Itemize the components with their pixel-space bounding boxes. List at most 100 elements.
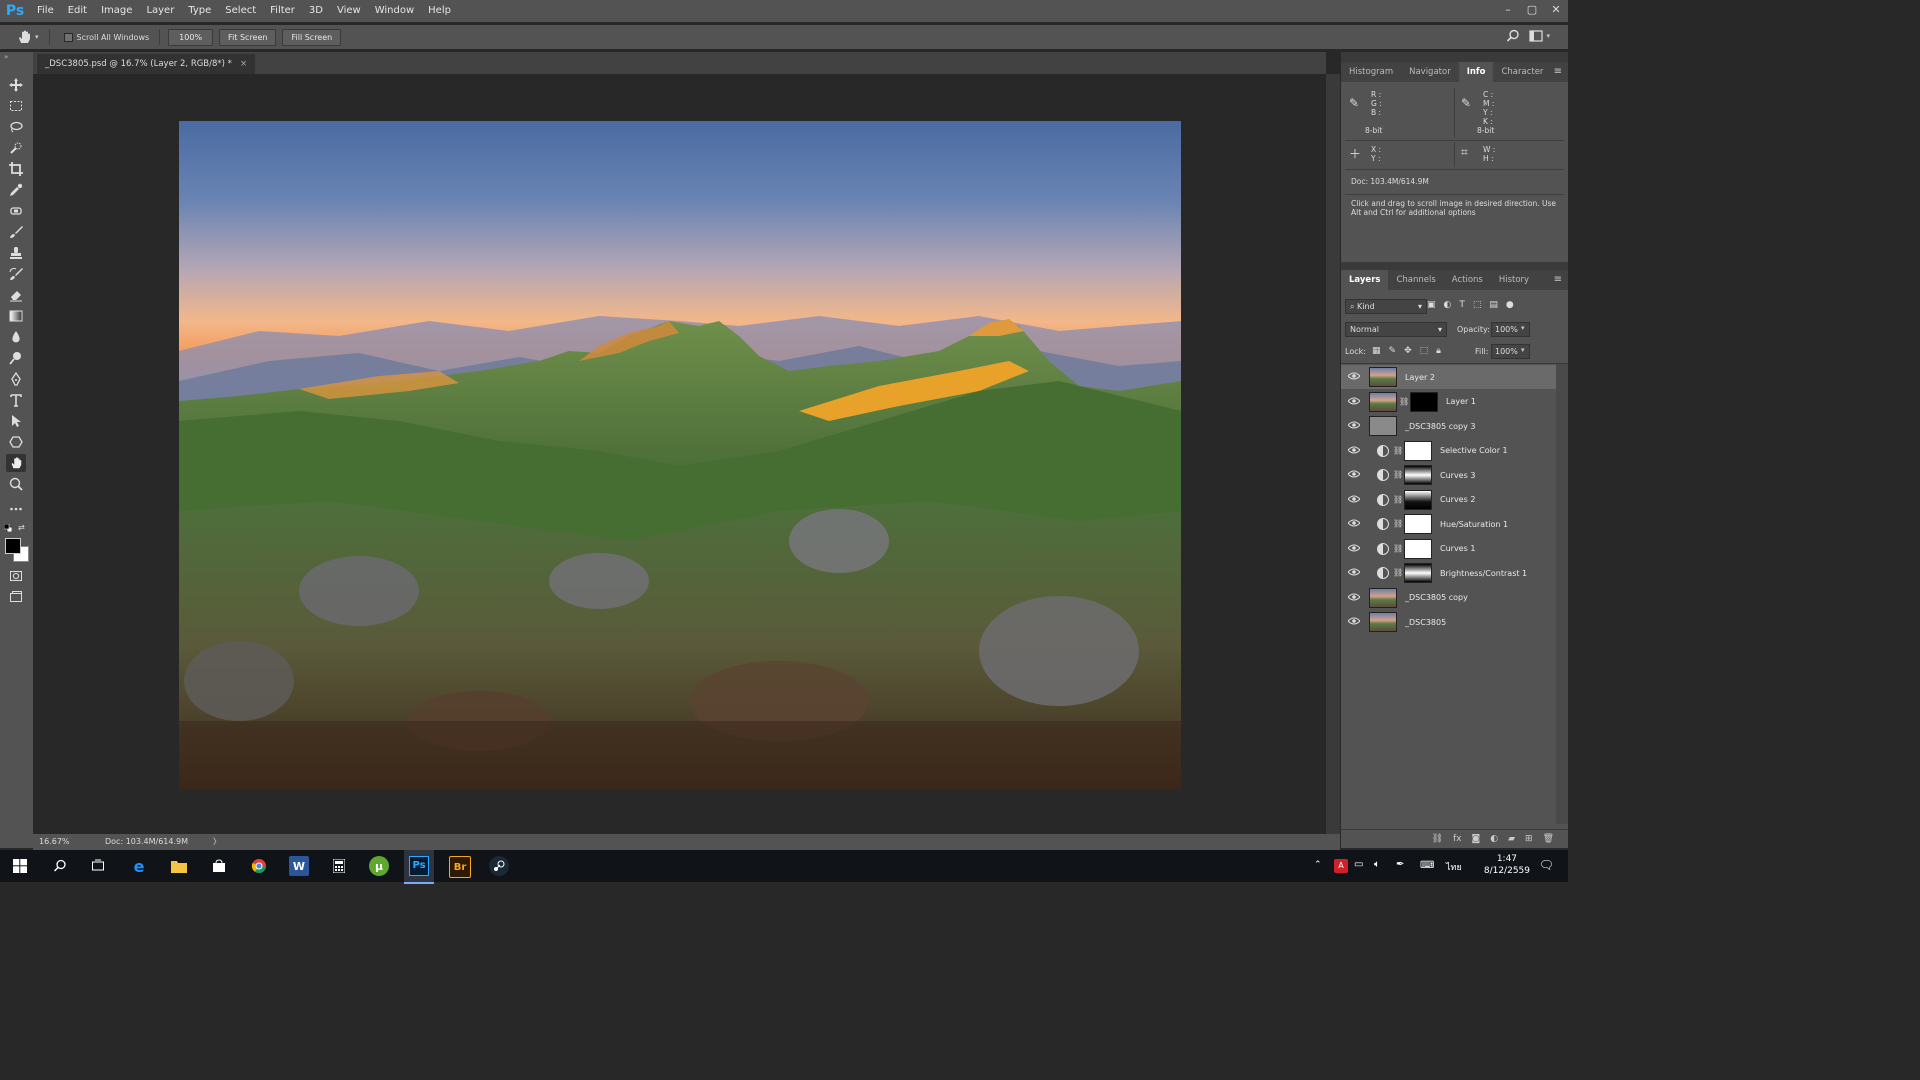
lock-image-icon[interactable]: ✎ [1389,346,1397,356]
healing-brush-tool-icon[interactable] [6,202,26,220]
panel-menu-icon[interactable]: ≡ [1554,274,1562,285]
vertical-scrollbar[interactable] [1326,74,1340,834]
minimize-button[interactable]: – [1496,0,1520,22]
steam-icon[interactable] [489,856,509,876]
canvas-area[interactable] [33,74,1326,834]
lock-artboard-icon[interactable]: ⬚ [1420,346,1429,356]
menu-window[interactable]: Window [368,0,421,22]
document-image[interactable] [179,121,1181,789]
layer-row[interactable]: _DSC3805 copy [1341,586,1556,610]
layer-row[interactable]: ⛓ Brightness/Contrast 1 [1341,561,1556,585]
chrome-icon[interactable] [249,856,269,876]
new-layer-icon[interactable]: ⊞ [1525,834,1533,844]
utorrent-icon[interactable]: µ [369,856,389,876]
task-view-icon[interactable] [88,856,108,876]
visibility-eye-icon[interactable] [1341,470,1367,480]
layer-thumbnail[interactable] [1369,391,1397,412]
lasso-tool-icon[interactable] [6,118,26,136]
zoom-level[interactable]: 16.67% [39,834,70,850]
action-center-icon[interactable]: 🗨︎ [1539,858,1554,872]
fill-screen-button[interactable]: Fill Screen [282,28,342,46]
eyedropper-icon[interactable]: ✎ [1349,96,1359,110]
status-menu-arrow[interactable]: 〉 [213,834,221,850]
add-mask-icon[interactable]: ◙ [1472,834,1481,844]
mask-link-icon[interactable]: ⛓ [1393,568,1403,578]
visibility-eye-icon[interactable] [1341,421,1367,431]
layer-mask-thumbnail[interactable] [1404,514,1432,534]
layer-thumbnail[interactable] [1369,416,1397,436]
collapse-icon[interactable]: » [4,53,8,61]
mask-link-icon[interactable]: ⛓ [1399,397,1409,407]
swap-colors-icon[interactable]: ⇄ [18,523,25,532]
visibility-eye-icon[interactable] [1341,519,1367,529]
visibility-eye-icon[interactable] [1341,397,1367,407]
close-button[interactable]: ✕ [1544,0,1568,22]
menu-select[interactable]: Select [218,0,263,22]
menu-filter[interactable]: Filter [263,0,302,22]
tab-history[interactable]: History [1491,270,1537,290]
menu-3d[interactable]: 3D [302,0,330,22]
filter-adjustment-icon[interactable]: ◐ [1444,300,1452,310]
menu-layer[interactable]: Layer [139,0,181,22]
tab-histogram[interactable]: Histogram [1341,62,1401,82]
mask-link-icon[interactable]: ⛓ [1393,544,1403,554]
lock-all-icon[interactable]: 🔒︎ [1436,346,1441,356]
store-icon[interactable] [209,856,229,876]
network-icon[interactable]: ▭ [1354,859,1363,870]
visibility-eye-icon[interactable] [1341,544,1367,554]
layer-row[interactable]: ⛓ Hue/Saturation 1 [1341,512,1556,536]
workspace-switcher[interactable]: ▾ [1529,30,1550,42]
new-adjustment-icon[interactable]: ◐ [1490,834,1498,844]
search-icon[interactable] [1506,29,1520,46]
menu-type[interactable]: Type [181,0,218,22]
volume-icon[interactable]: 🔈︎ [1374,859,1380,870]
tab-channels[interactable]: Channels [1388,270,1443,290]
layer-row[interactable]: ⛓ Curves 2 [1341,488,1556,512]
layer-mask-thumbnail[interactable] [1404,489,1432,510]
marquee-tool-icon[interactable] [6,97,26,115]
menu-image[interactable]: Image [94,0,139,22]
visibility-eye-icon[interactable] [1341,617,1367,627]
tab-character[interactable]: Character [1493,62,1551,82]
filter-toggle-icon[interactable]: ● [1506,300,1514,310]
screen-mode-icon[interactable] [6,588,26,606]
type-tool-icon[interactable] [6,391,26,409]
lock-position-icon[interactable]: ✥ [1404,346,1412,356]
menu-help[interactable]: Help [421,0,458,22]
layer-row[interactable]: ⛓ Curves 1 [1341,537,1556,561]
layer-thumbnail[interactable] [1369,367,1397,387]
tab-info[interactable]: Info [1458,62,1494,82]
scroll-all-windows-checkbox[interactable]: Scroll All Windows [63,32,149,42]
link-layers-icon[interactable]: ⛓︎ [1432,834,1443,844]
blend-mode-select[interactable]: Normal ▾ [1345,322,1447,337]
shape-tool-icon[interactable] [6,433,26,451]
visibility-eye-icon[interactable] [1341,568,1367,578]
layer-mask-thumbnail[interactable] [1404,538,1432,559]
move-tool-icon[interactable] [6,76,26,94]
mask-link-icon[interactable]: ⛓ [1393,470,1403,480]
layer-mask-thumbnail[interactable] [1404,440,1432,461]
tab-layers[interactable]: Layers [1341,270,1389,290]
calculator-icon[interactable] [329,856,349,876]
eyedropper-icon[interactable]: ✎ [1461,96,1471,110]
chevron-up-icon[interactable]: ⌃ [1314,860,1322,870]
new-group-icon[interactable]: ▰ [1508,834,1515,844]
menu-edit[interactable]: Edit [61,0,94,22]
file-explorer-icon[interactable] [169,856,189,876]
hand-tool-preset[interactable]: ▾ [16,29,39,45]
tab-navigator[interactable]: Navigator [1401,62,1459,82]
eyedropper-tool-icon[interactable] [6,181,26,199]
fit-screen-button[interactable]: Fit Screen [219,28,277,46]
foreground-color-swatch[interactable] [5,538,21,554]
visibility-eye-icon[interactable] [1341,372,1367,382]
panel-menu-icon[interactable]: ≡ [1554,66,1562,77]
path-selection-tool-icon[interactable] [6,412,26,430]
gradient-tool-icon[interactable] [6,307,26,325]
search-icon[interactable] [50,856,70,876]
document-tab[interactable]: _DSC3805.psd @ 16.7% (Layer 2, RGB/8*) *… [37,54,256,74]
tab-actions[interactable]: Actions [1444,270,1491,290]
close-tab-icon[interactable]: × [240,54,247,74]
quick-selection-tool-icon[interactable] [6,139,26,157]
mask-link-icon[interactable]: ⛓ [1393,446,1403,456]
more-tools-icon[interactable] [6,500,26,518]
